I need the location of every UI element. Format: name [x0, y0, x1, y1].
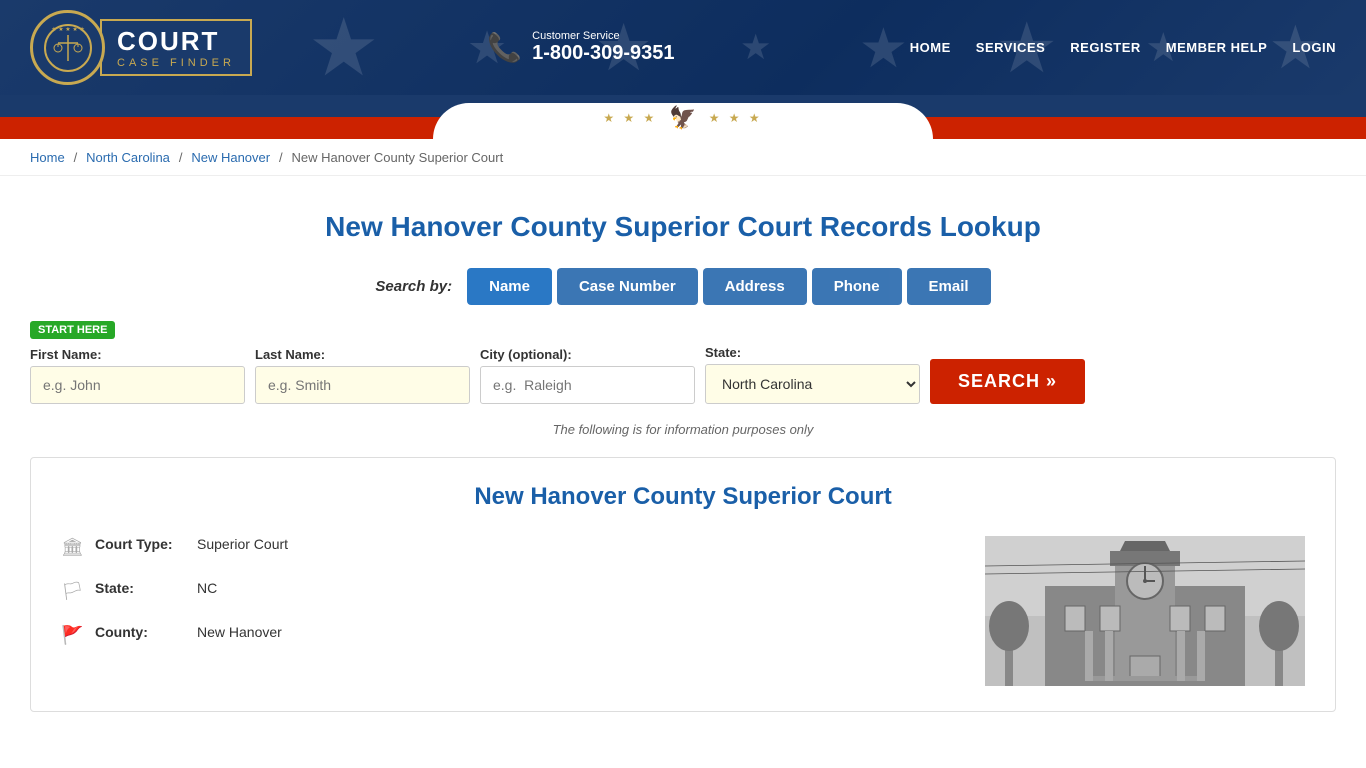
eagle-row: ★ ★ ★ 🦅 ★ ★ ★ — [603, 105, 762, 131]
court-info-right — [985, 536, 1305, 686]
phone-area: 📞 Customer Service 1-800-309-9351 — [487, 30, 674, 65]
state-icon: 🏳 — [61, 581, 83, 602]
court-info-left: 🏛 Court Type: Superior Court 🏳 State: NC… — [61, 536, 955, 686]
first-name-label: First Name: — [30, 347, 245, 362]
page-title: New Hanover County Superior Court Record… — [30, 211, 1336, 243]
last-name-label: Last Name: — [255, 347, 470, 362]
logo[interactable]: ★ ★ ★ ★ ★ COURT CASE FINDER — [30, 10, 252, 85]
city-label: City (optional): — [480, 347, 695, 362]
search-form: START HERE First Name: Last Name: City (… — [30, 320, 1336, 437]
main-nav: HOME SERVICES REGISTER MEMBER HELP LOGIN — [910, 40, 1336, 55]
city-input[interactable] — [480, 366, 695, 404]
court-info-grid: 🏛 Court Type: Superior Court 🏳 State: NC… — [61, 536, 1305, 686]
main-content: New Hanover County Superior Court Record… — [0, 176, 1366, 732]
state-field: State: AlabamaAlaskaArizonaArkansasCalif… — [705, 345, 920, 404]
county-row: 🚩 County: New Hanover — [61, 624, 955, 646]
nav-services[interactable]: SERVICES — [976, 40, 1046, 55]
info-note: The following is for information purpose… — [30, 422, 1336, 437]
nav-login[interactable]: LOGIN — [1292, 40, 1336, 55]
tab-phone[interactable]: Phone — [812, 268, 902, 305]
court-type-row: 🏛 Court Type: Superior Court — [61, 536, 955, 558]
nav-register[interactable]: REGISTER — [1070, 40, 1140, 55]
phone-number: 1-800-309-9351 — [532, 42, 674, 65]
stars-left: ★ ★ ★ — [603, 111, 657, 125]
breadcrumb-sep-3: / — [279, 150, 283, 165]
breadcrumb-state[interactable]: North Carolina — [86, 150, 170, 165]
tab-address[interactable]: Address — [703, 268, 807, 305]
nav-home[interactable]: HOME — [910, 40, 951, 55]
svg-text:★ ★ ★ ★ ★: ★ ★ ★ ★ ★ — [51, 26, 85, 33]
eagle-banner: ★ ★ ★ 🦅 ★ ★ ★ — [0, 95, 1366, 139]
tab-email[interactable]: Email — [907, 268, 991, 305]
first-name-input[interactable] — [30, 366, 245, 404]
county-label: County: — [95, 624, 185, 640]
breadcrumb: Home / North Carolina / New Hanover / Ne… — [0, 139, 1366, 176]
last-name-field: Last Name: — [255, 347, 470, 404]
breadcrumb-current: New Hanover County Superior Court — [292, 150, 504, 165]
state-select[interactable]: AlabamaAlaskaArizonaArkansasCaliforniaCo… — [705, 364, 920, 404]
phone-icon: 📞 — [487, 31, 522, 64]
courthouse-image — [985, 536, 1305, 686]
logo-icon: ★ ★ ★ ★ ★ — [30, 10, 105, 85]
first-name-field: First Name: — [30, 347, 245, 404]
court-section-title: New Hanover County Superior Court — [61, 483, 1305, 511]
eagle-icon: 🦅 — [669, 105, 696, 131]
court-section: New Hanover County Superior Court 🏛 Cour… — [30, 457, 1336, 712]
city-field: City (optional): — [480, 347, 695, 404]
court-type-label: Court Type: — [95, 536, 185, 552]
logo-text: COURT CASE FINDER — [100, 19, 252, 76]
phone-label: Customer Service — [532, 30, 674, 42]
state-label-detail: State: — [95, 580, 185, 596]
court-type-icon: 🏛 — [61, 537, 83, 558]
breadcrumb-sep-1: / — [74, 150, 78, 165]
stars-right: ★ ★ ★ — [709, 111, 763, 125]
nav-member-help[interactable]: MEMBER HELP — [1166, 40, 1268, 55]
site-header: ★ ★ ★ ★ ★ ★ ★ ★ ★ ★ ★ ★ ★ ★ ★ COUR — [0, 0, 1366, 95]
county-value: New Hanover — [197, 624, 282, 640]
tab-case-number[interactable]: Case Number — [557, 268, 698, 305]
search-button[interactable]: SEARCH » — [930, 359, 1085, 404]
breadcrumb-home[interactable]: Home — [30, 150, 65, 165]
breadcrumb-county[interactable]: New Hanover — [191, 150, 270, 165]
county-icon: 🚩 — [61, 625, 83, 646]
logo-casefinder-text: CASE FINDER — [117, 57, 235, 69]
tab-name[interactable]: Name — [467, 268, 552, 305]
state-value: NC — [197, 580, 217, 596]
start-here-badge: START HERE — [30, 321, 115, 339]
state-label: State: — [705, 345, 920, 360]
last-name-input[interactable] — [255, 366, 470, 404]
search-by-label: Search by: — [375, 278, 452, 295]
form-fields-row: First Name: Last Name: City (optional): … — [30, 345, 1336, 404]
logo-court-text: COURT — [117, 26, 235, 57]
court-type-value: Superior Court — [197, 536, 288, 552]
breadcrumb-sep-2: / — [179, 150, 183, 165]
state-row: 🏳 State: NC — [61, 580, 955, 602]
search-tabs-row: Search by: Name Case Number Address Phon… — [30, 268, 1336, 305]
